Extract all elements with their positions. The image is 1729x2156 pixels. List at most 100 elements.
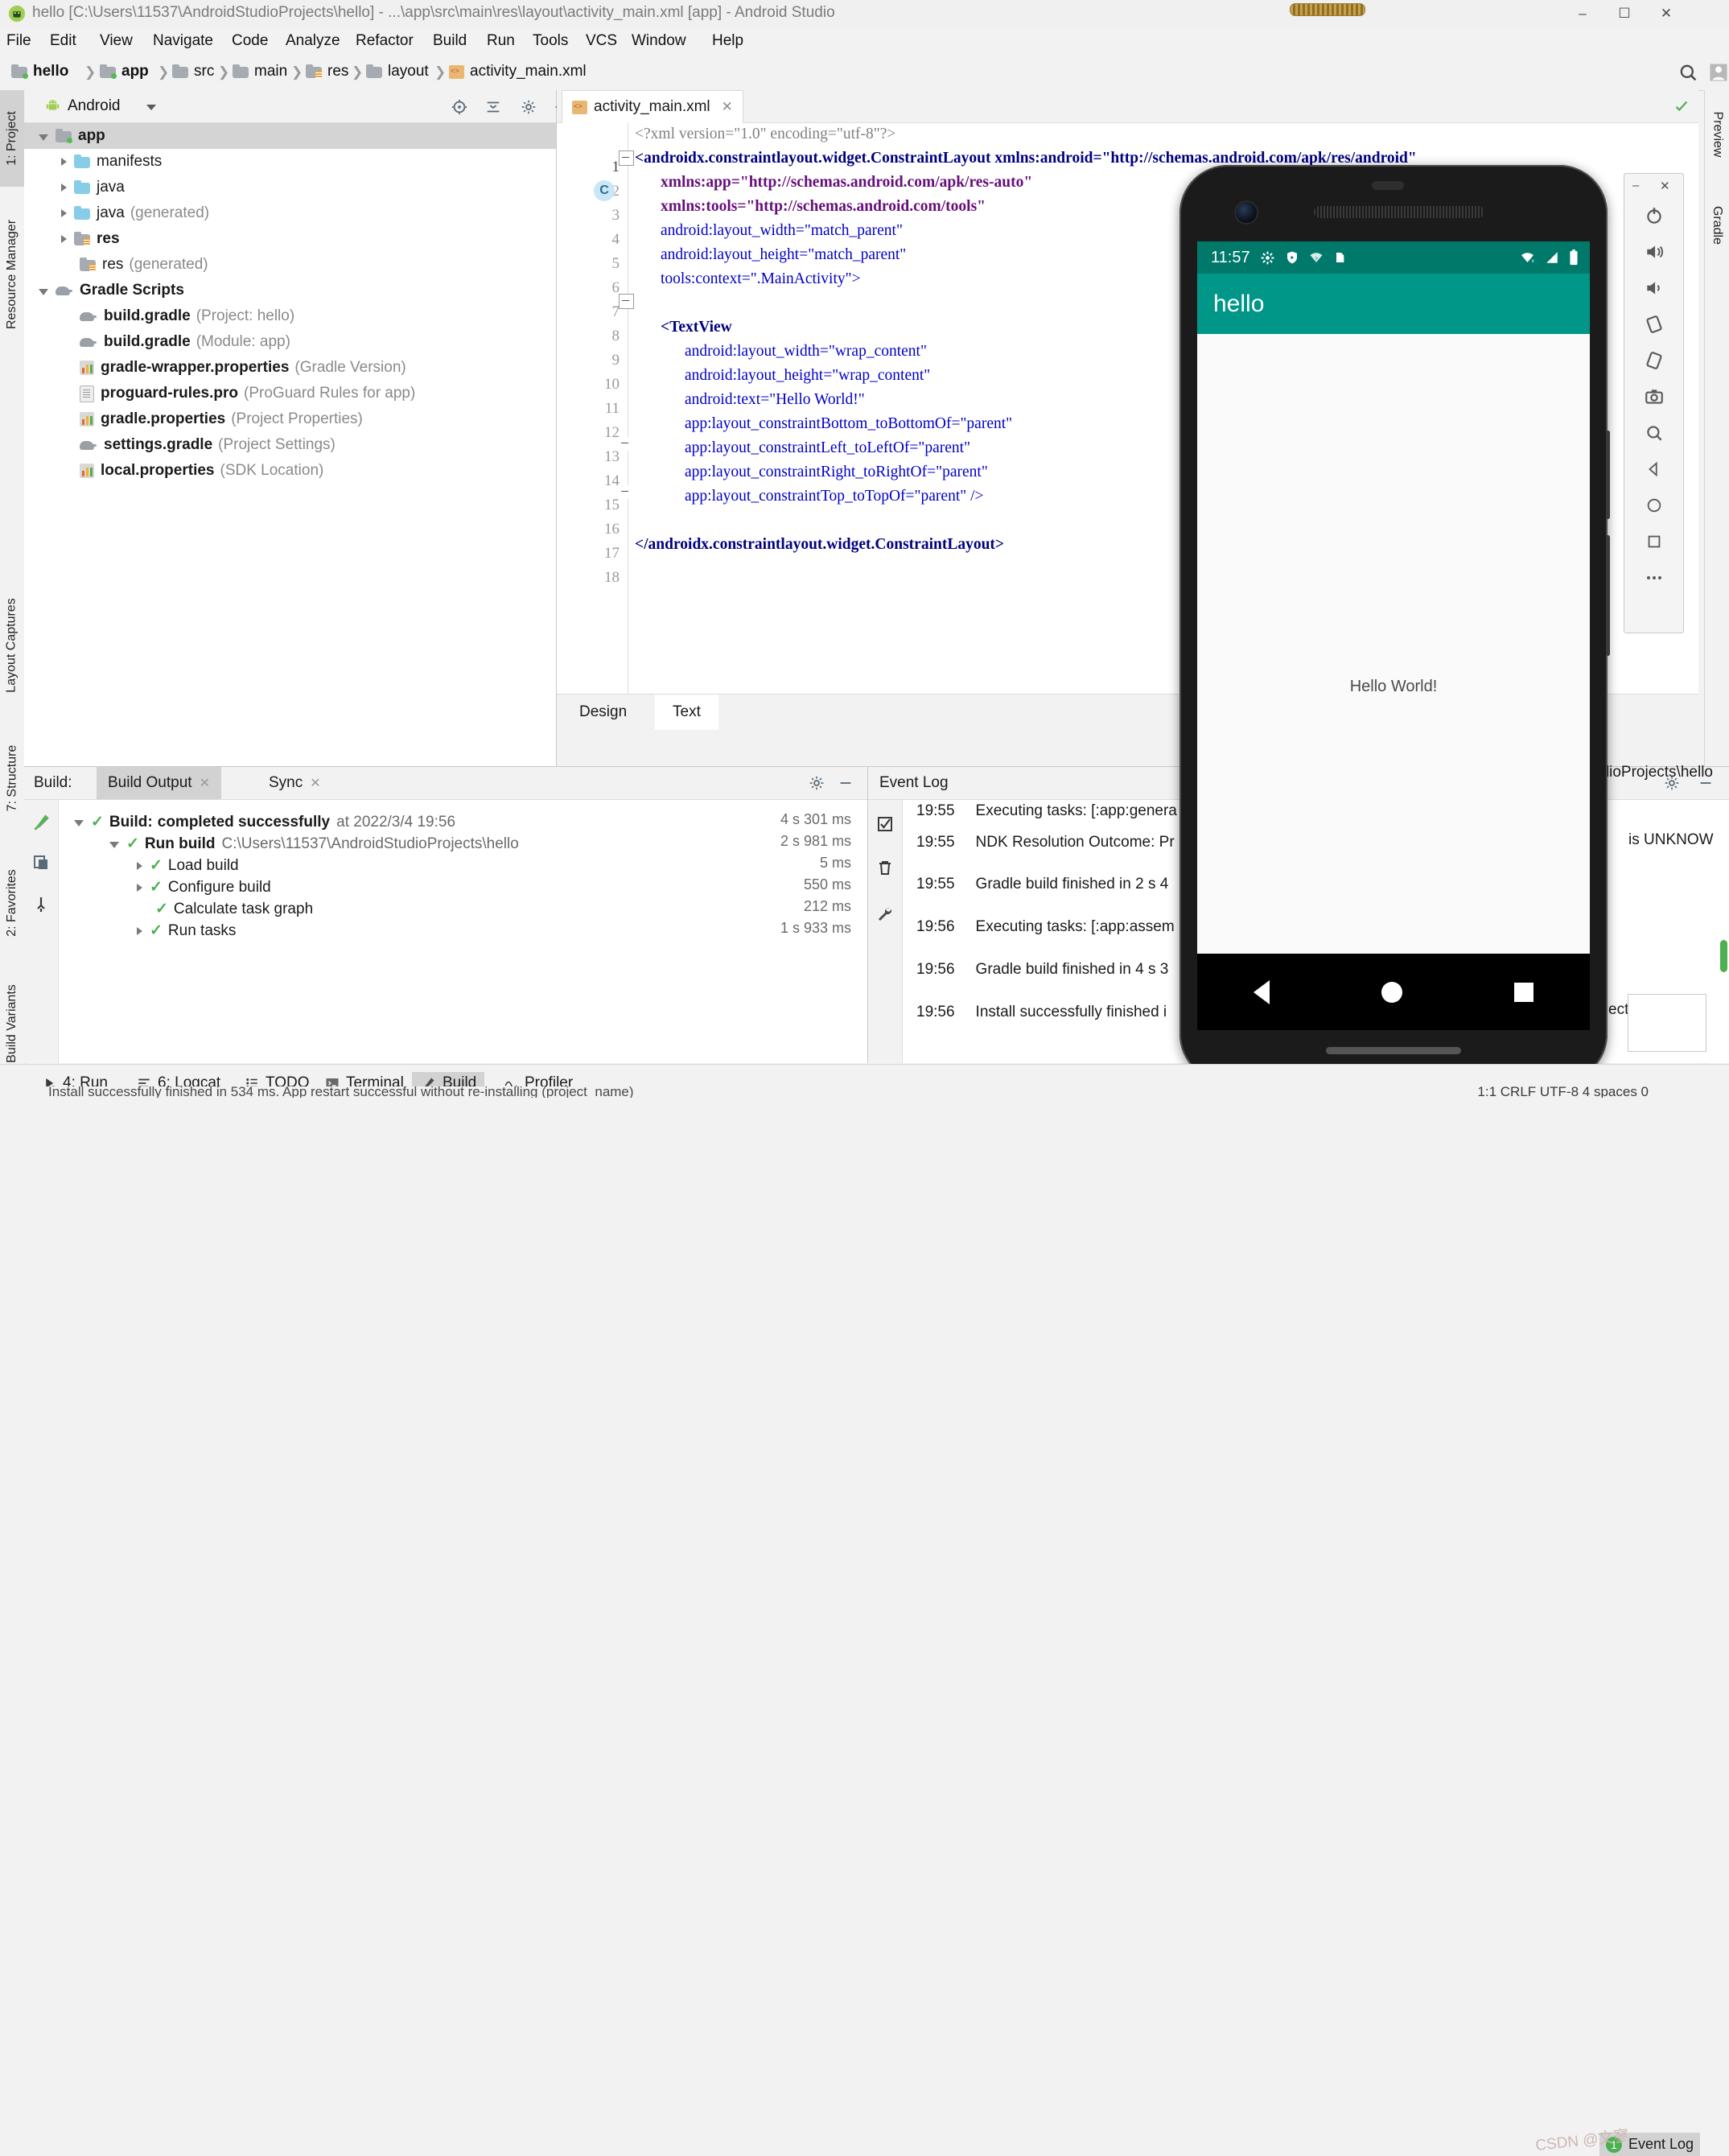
rotate-right-icon[interactable] bbox=[1624, 341, 1683, 379]
hide-panel-icon[interactable] bbox=[837, 774, 854, 792]
close-button[interactable]: ✕ bbox=[1645, 0, 1687, 27]
breadcrumb-activity-main-xml[interactable]: activity_main.xml bbox=[449, 63, 587, 80]
chevron-right-icon[interactable] bbox=[61, 158, 67, 166]
mark-read-icon[interactable] bbox=[875, 814, 895, 834]
build-row-calculate-task-graph[interactable]: ✓ Calculate task graph bbox=[155, 898, 313, 920]
build-row-run-tasks[interactable]: ✓ Run tasks bbox=[137, 920, 236, 942]
account-icon[interactable] bbox=[1707, 61, 1729, 84]
chevron-down-icon[interactable] bbox=[146, 105, 156, 110]
target-icon[interactable] bbox=[451, 98, 468, 116]
tree-item-app[interactable]: app bbox=[24, 123, 556, 149]
fold-marker-icon[interactable] bbox=[619, 150, 634, 166]
volume-up-icon[interactable] bbox=[1624, 233, 1683, 270]
menu-tools[interactable]: Tools bbox=[533, 32, 568, 50]
menu-run[interactable]: Run bbox=[487, 32, 515, 50]
volume-button[interactable] bbox=[1606, 535, 1610, 656]
collapse-all-icon[interactable] bbox=[484, 98, 502, 116]
gutter-class-badge[interactable]: C bbox=[594, 180, 615, 201]
menu-edit[interactable]: Edit bbox=[50, 32, 76, 50]
tab-build-output[interactable]: Build Output ✕ bbox=[97, 767, 221, 799]
breadcrumb-hello[interactable]: hello bbox=[11, 63, 68, 80]
tree-item-res[interactable]: res bbox=[24, 226, 556, 252]
tree-item-manifests[interactable]: manifests bbox=[24, 149, 556, 175]
breadcrumb-src[interactable]: src bbox=[172, 63, 214, 80]
menu-analyze[interactable]: Analyze bbox=[286, 32, 340, 50]
sidebar-item-resource-manager[interactable]: Resource Manager bbox=[0, 190, 24, 359]
emulator-close-button[interactable]: ✕ bbox=[1660, 179, 1670, 193]
minimize-button[interactable]: – bbox=[1562, 0, 1603, 27]
chevron-right-icon[interactable] bbox=[61, 183, 67, 192]
chevron-down-icon[interactable] bbox=[39, 134, 48, 141]
breadcrumb-main[interactable]: main bbox=[233, 63, 287, 80]
breadcrumb-layout[interactable]: layout bbox=[366, 63, 429, 80]
power-button[interactable] bbox=[1606, 431, 1610, 519]
build-row-configure-build[interactable]: ✓ Configure build bbox=[137, 876, 271, 898]
menu-window[interactable]: Window bbox=[632, 32, 686, 50]
build-row-root[interactable]: ✓ Build: completed successfully at 2022/… bbox=[74, 811, 455, 833]
tree-item-settings-gradle[interactable]: settings.gradle (Project Settings) bbox=[24, 432, 556, 458]
menu-navigate[interactable]: Navigate bbox=[153, 32, 213, 50]
build-row-load-build[interactable]: ✓ Load build bbox=[137, 855, 239, 876]
menu-build[interactable]: Build bbox=[433, 32, 467, 50]
event-log-row[interactable]: 19:55 Executing tasks: [:app:genera bbox=[916, 800, 1177, 822]
pin-icon[interactable] bbox=[31, 895, 51, 914]
tree-item-gradle-properties[interactable]: gradle.properties (Project Properties) bbox=[24, 406, 556, 432]
event-log-row[interactable]: 19:55 Gradle build finished in 2 s 4 bbox=[916, 873, 1168, 896]
back-icon[interactable] bbox=[1624, 450, 1683, 488]
chevron-down-icon[interactable] bbox=[39, 288, 48, 295]
screenshot-icon[interactable] bbox=[1624, 377, 1683, 415]
trash-icon[interactable] bbox=[875, 858, 895, 877]
menu-file[interactable]: File bbox=[6, 32, 31, 50]
fold-marker-icon[interactable] bbox=[619, 294, 634, 309]
rerun-hammer-icon[interactable] bbox=[31, 811, 51, 832]
tab-sync[interactable]: Sync ✕ bbox=[257, 767, 332, 799]
event-log-row[interactable]: 19:56 Gradle build finished in 4 s 3 bbox=[916, 958, 1168, 981]
device-content[interactable]: Hello World! bbox=[1197, 334, 1590, 954]
tree-item-proguard-rules[interactable]: proguard-rules.pro (ProGuard Rules for a… bbox=[24, 381, 556, 406]
chevron-down-icon[interactable] bbox=[74, 820, 84, 827]
tab-design[interactable]: Design bbox=[562, 695, 644, 730]
device-screen[interactable]: 11:57 ? x hello Hello World! bbox=[1197, 241, 1590, 954]
tab-text[interactable]: Text bbox=[655, 695, 718, 730]
tree-item-gradle-wrapper-properties[interactable]: gradle-wrapper.properties (Gradle Versio… bbox=[24, 355, 556, 381]
home-icon[interactable] bbox=[1624, 486, 1683, 524]
sidebar-item-project[interactable]: 1: Project bbox=[0, 90, 24, 187]
chevron-right-icon[interactable] bbox=[137, 861, 142, 870]
event-log-row[interactable]: 19:55 NDK Resolution Outcome: Pr bbox=[916, 831, 1175, 854]
sidebar-item-preview[interactable]: Preview bbox=[1705, 90, 1729, 179]
gear-icon[interactable] bbox=[808, 774, 825, 792]
sidebar-item-layout-captures[interactable]: Layout Captures bbox=[0, 565, 24, 726]
menu-vcs[interactable]: VCS bbox=[586, 32, 617, 50]
chevron-right-icon[interactable] bbox=[137, 883, 142, 892]
scroll-indicator[interactable] bbox=[1720, 940, 1727, 972]
chevron-right-icon[interactable] bbox=[61, 235, 67, 243]
maximize-button[interactable]: ☐ bbox=[1603, 0, 1645, 27]
gear-icon[interactable] bbox=[520, 98, 537, 116]
more-icon[interactable] bbox=[1624, 559, 1683, 596]
event-log-row[interactable]: 19:56 Install successfully finished i bbox=[916, 1001, 1167, 1024]
sidebar-item-gradle[interactable]: Gradle bbox=[1705, 185, 1729, 266]
editor-gutter[interactable]: 1 2 3 4 5 6 7 8 9 10 11 12 13 14 15 16 1… bbox=[557, 123, 628, 695]
volume-down-icon[interactable] bbox=[1624, 269, 1683, 307]
toggle-view-icon[interactable] bbox=[31, 853, 51, 872]
tree-item-build-gradle-module[interactable]: build.gradle (Module: app) bbox=[24, 329, 556, 355]
close-icon[interactable]: ✕ bbox=[722, 99, 733, 115]
zoom-icon[interactable] bbox=[1624, 414, 1683, 451]
event-log-row[interactable]: 19:56 Executing tasks: [:app:assem bbox=[916, 916, 1175, 938]
tree-item-java[interactable]: java bbox=[24, 175, 556, 200]
tree-item-build-gradle-project[interactable]: build.gradle (Project: hello) bbox=[24, 303, 556, 329]
tree-item-local-properties[interactable]: local.properties (SDK Location) bbox=[24, 458, 556, 484]
chevron-right-icon[interactable] bbox=[137, 926, 142, 935]
search-icon[interactable] bbox=[1677, 61, 1699, 84]
chevron-right-icon[interactable] bbox=[61, 209, 67, 217]
close-icon[interactable]: ✕ bbox=[200, 775, 210, 791]
home-icon[interactable] bbox=[1381, 981, 1402, 1003]
tree-item-java-generated[interactable]: java (generated) bbox=[24, 200, 556, 226]
overview-icon[interactable] bbox=[1624, 522, 1683, 560]
close-icon[interactable]: ✕ bbox=[310, 775, 320, 791]
rotate-left-icon[interactable] bbox=[1624, 305, 1683, 343]
tree-item-gradle-scripts[interactable]: Gradle Scripts bbox=[24, 278, 556, 303]
wrench-icon[interactable] bbox=[875, 905, 895, 924]
emulator-minimize-button[interactable]: – bbox=[1632, 179, 1639, 192]
recents-icon[interactable] bbox=[1514, 982, 1534, 1002]
